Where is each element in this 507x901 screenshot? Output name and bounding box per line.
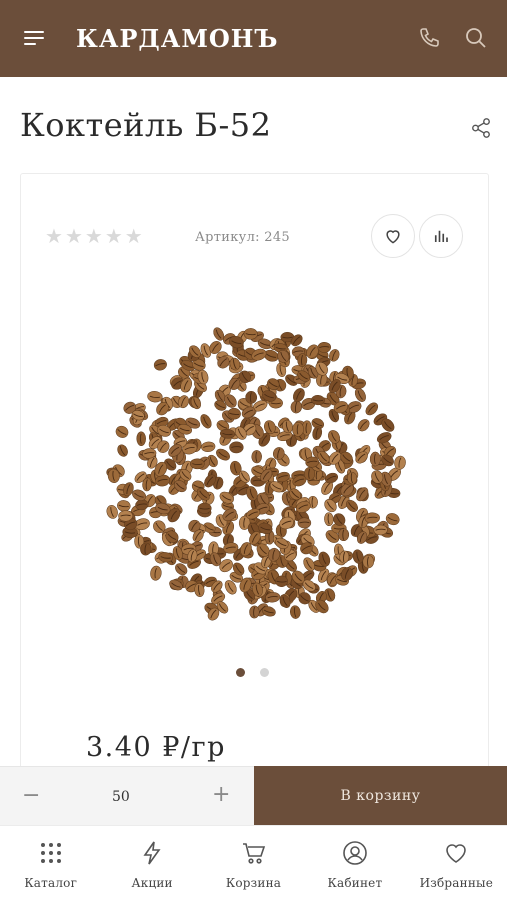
star-icon[interactable]: ★: [85, 226, 103, 246]
star-icon[interactable]: ★: [65, 226, 83, 246]
heart-icon: [386, 230, 400, 244]
nav-item-catalog[interactable]: Каталог: [0, 826, 101, 901]
sku-label: Артикул: 245: [195, 230, 290, 245]
quantity-stepper: − 50 +: [0, 766, 254, 826]
product-card: ★ ★ ★ ★ ★ Артикул: 245: [20, 173, 489, 815]
pagination-dot[interactable]: [260, 668, 269, 677]
rating-stars: ★ ★ ★ ★ ★: [45, 226, 143, 246]
nav-item-favorites[interactable]: Избранные: [406, 826, 507, 901]
top-header: КАРДАМОНЪ: [0, 0, 507, 77]
grid-icon: [40, 843, 61, 863]
bar-chart-icon: [434, 230, 448, 242]
nav-item-cart[interactable]: Корзина: [203, 826, 304, 901]
heart-icon: [446, 844, 467, 863]
product-price: 3.40 ₽/гр: [86, 732, 226, 763]
increase-button[interactable]: +: [212, 782, 232, 807]
nav-label: Кабинет: [327, 876, 383, 890]
cart-icon: [242, 843, 265, 864]
star-icon[interactable]: ★: [105, 226, 123, 246]
page-title: Коктейль Б-52: [20, 106, 272, 144]
add-to-cart-button[interactable]: В корзину: [254, 766, 507, 825]
nav-label: Избранные: [419, 876, 494, 890]
lightning-icon: [143, 841, 161, 865]
phone-icon[interactable]: [418, 26, 442, 50]
favorite-button[interactable]: [371, 214, 415, 258]
bottom-nav: Каталог Акции Корзина Кабинет Избранные: [0, 825, 507, 901]
nav-label: Корзина: [225, 876, 282, 890]
nav-label: Акции: [131, 876, 173, 890]
quantity-input[interactable]: 50: [112, 789, 130, 805]
star-icon[interactable]: ★: [45, 226, 63, 246]
decrease-button[interactable]: −: [22, 783, 42, 808]
compare-button[interactable]: [419, 214, 463, 258]
pagination-dot[interactable]: [236, 668, 245, 677]
image-pagination: [236, 668, 269, 677]
nav-label: Каталог: [24, 876, 78, 890]
star-icon[interactable]: ★: [125, 226, 143, 246]
product-image[interactable]: [99, 314, 414, 634]
menu-icon[interactable]: [24, 31, 46, 47]
search-icon[interactable]: [464, 26, 488, 50]
nav-item-promotions[interactable]: Акции: [101, 826, 202, 901]
share-icon[interactable]: [470, 117, 492, 139]
logo[interactable]: КАРДАМОНЪ: [76, 24, 278, 53]
user-icon: [343, 841, 367, 865]
nav-item-account[interactable]: Кабинет: [304, 826, 405, 901]
